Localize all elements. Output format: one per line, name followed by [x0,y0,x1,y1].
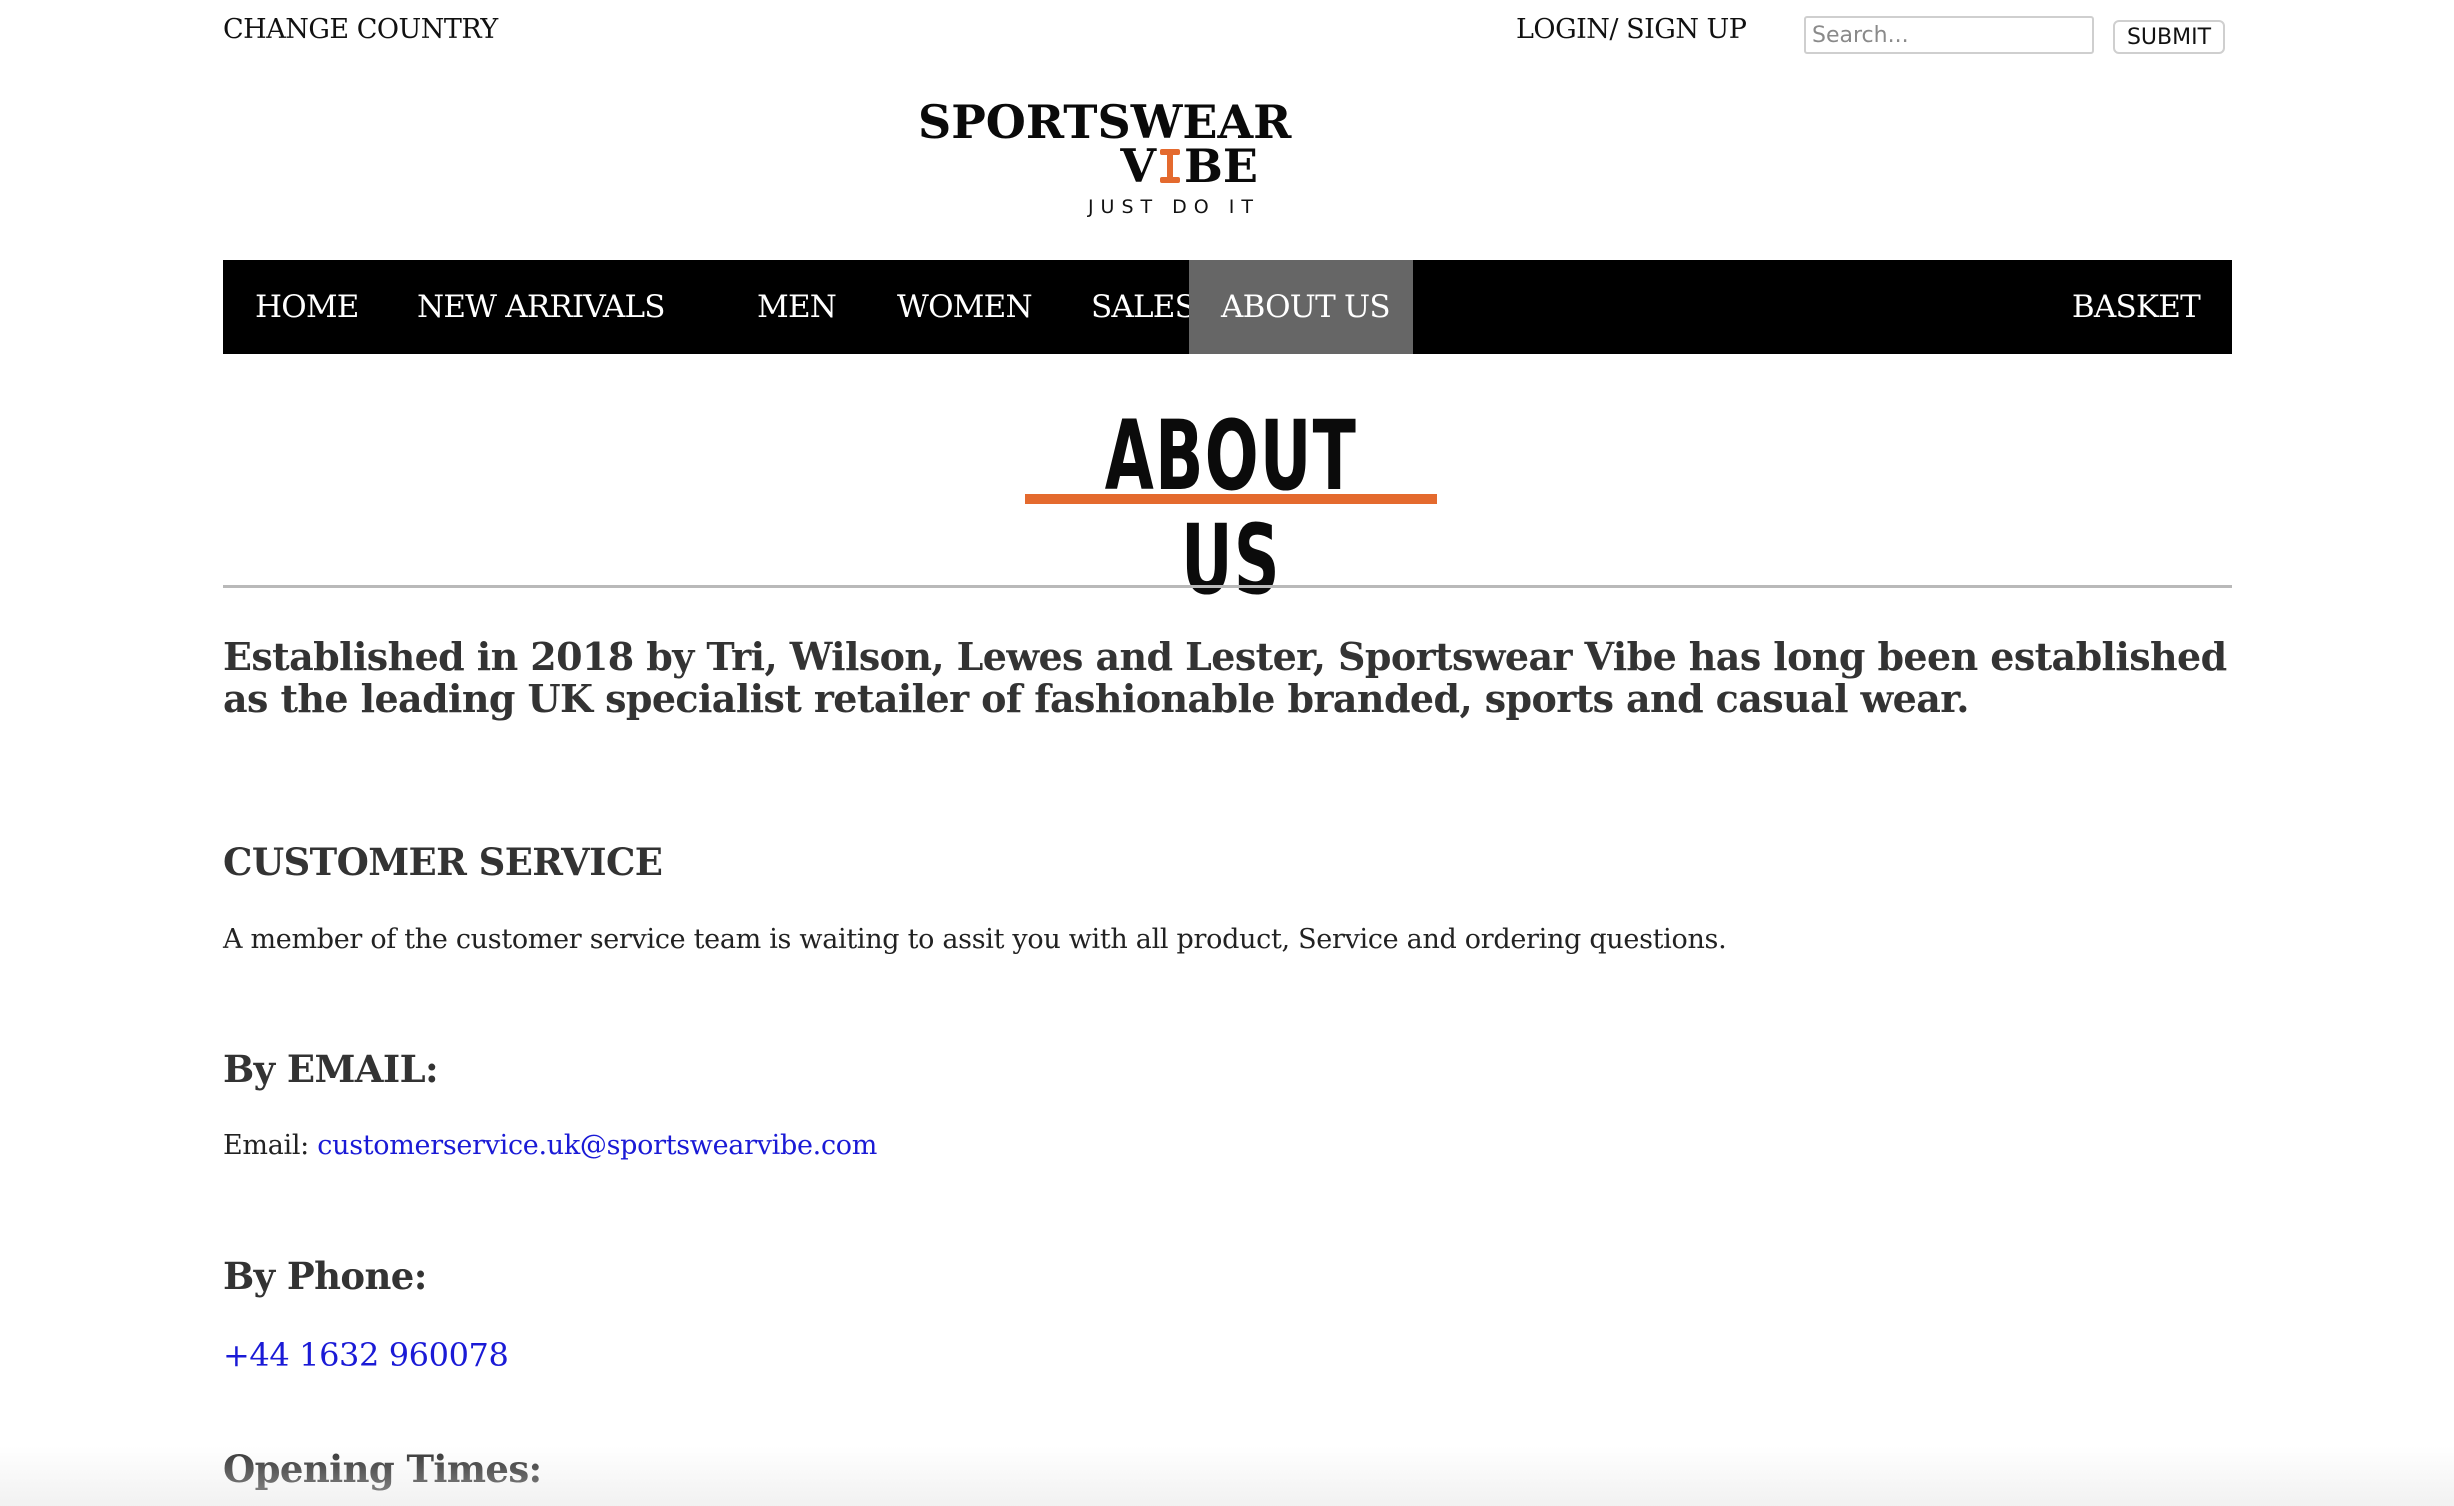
customer-service-title: CUSTOMER SERVICE [223,840,663,884]
nav-item-new-arrivals[interactable]: NEW ARRIVALS [385,260,697,354]
nav-item-men[interactable]: MEN [725,260,868,354]
nav-item-basket[interactable]: BASKET [2040,260,2232,354]
page-title: ABOUT US [1104,400,1358,616]
customer-service-text: A member of the customer service team is… [223,924,1727,955]
nav-item-women[interactable]: WOMEN [865,260,1064,354]
main-navbar: HOME NEW ARRIVALS MEN WOMEN SALES ABOUT … [223,260,2232,354]
site-logo[interactable]: SPORTSWEAR V BE JUST DO IT [918,96,1298,218]
nav-item-about-us[interactable]: ABOUT US [1189,260,1413,354]
email-label: Email: [223,1130,309,1161]
logo-line2-start: V [1120,139,1157,193]
opening-times-title: Opening Times: [223,1447,542,1491]
logo-wordmark-line2: V BE [918,140,1258,192]
search-submit-button[interactable]: SUBMIT [2113,20,2225,54]
dumbbell-icon [1157,144,1183,184]
search-input[interactable] [1804,16,2094,54]
logo-tagline: JUST DO IT [1087,196,1260,218]
section-divider [223,585,2232,588]
logo-line2-end: BE [1184,139,1258,193]
nav-item-home[interactable]: HOME [223,260,391,354]
change-country-link[interactable]: CHANGE COUNTRY [223,14,498,45]
intro-paragraph: Established in 2018 by Tri, Wilson, Lewe… [223,634,2227,721]
email-section-title: By EMAIL: [223,1047,439,1091]
email-line: Email: customerservice.uk@sportswearvibe… [223,1130,877,1161]
login-signup-link[interactable]: LOGIN/ SIGN UP [1516,14,1747,45]
phone-section-title: By Phone: [223,1254,427,1298]
email-link[interactable]: customerservice.uk@sportswearvibe.com [317,1130,877,1161]
phone-link[interactable]: +44 1632 960078 [223,1336,509,1374]
top-utility-bar: CHANGE COUNTRY LOGIN/ SIGN UP SUBMIT [223,0,2232,60]
page-heading: ABOUT US [1025,404,1437,612]
